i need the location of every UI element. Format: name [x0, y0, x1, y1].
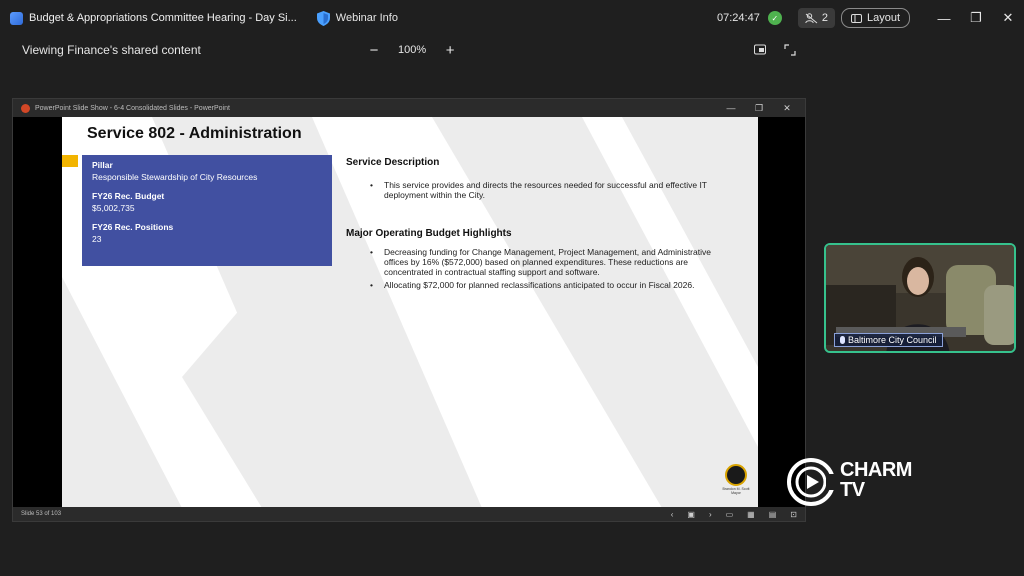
budget-value: $5,002,735	[92, 203, 135, 213]
shield-icon[interactable]	[316, 10, 330, 26]
charm-logo-line1: CHARM	[840, 459, 912, 481]
restore-button[interactable]: ❐	[960, 0, 992, 36]
list-item: This service provides and directs the re…	[370, 180, 730, 200]
seal-caption: Brandon M. Scott Mayor	[722, 487, 750, 495]
powerpoint-logo-icon	[21, 103, 30, 113]
viewing-shared-content-label: Viewing Finance's shared content	[22, 43, 201, 57]
charm-logo-line2: TV	[840, 479, 865, 501]
webinar-info-button[interactable]: Webinar Info	[336, 12, 398, 24]
participant-count: 2	[821, 12, 828, 24]
seal-icon	[725, 464, 747, 486]
zoom-out-button[interactable]: −	[368, 42, 380, 59]
teams-logo-icon	[10, 11, 23, 25]
pillar-value: Responsible Stewardship of City Resource…	[92, 172, 258, 182]
powerpoint-title-bar: PowerPoint Slide Show - 6-4 Consolidated…	[13, 99, 805, 117]
previous-slide-icon[interactable]: ‹	[671, 510, 674, 519]
participants-button[interactable]: 2	[797, 8, 835, 28]
powerpoint-title: PowerPoint Slide Show - 6-4 Consolidated…	[35, 104, 230, 112]
participant-name: Baltimore City Council	[848, 335, 937, 345]
list-item: Decreasing funding for Change Management…	[370, 247, 730, 277]
participant-name-label: Baltimore City Council	[834, 333, 943, 347]
highlights-heading: Major Operating Budget Highlights	[346, 228, 512, 239]
ppt-restore-button[interactable]: ❐	[745, 99, 773, 117]
minimize-button[interactable]: —	[928, 0, 960, 36]
participants-icon	[805, 12, 818, 23]
service-description-list: This service provides and directs the re…	[370, 180, 730, 203]
zoom-controls: − 100% +	[368, 42, 456, 59]
layout-button[interactable]: Layout	[840, 8, 910, 28]
highlights-list: Decreasing funding for Change Management…	[370, 247, 730, 293]
city-seal: Brandon M. Scott Mayor	[722, 464, 750, 498]
powerpoint-status-bar: Slide 53 of 103 ‹ ▣ › ▭ ▦ ▤ ⊡	[13, 507, 805, 521]
sharing-toolbar: Viewing Finance's shared content − 100% …	[0, 36, 1024, 64]
accent-square	[62, 155, 78, 167]
service-description-heading: Service Description	[346, 157, 440, 168]
participant-video-tile[interactable]: Baltimore City Council	[824, 243, 1016, 353]
list-item: Allocating $72,000 for planned reclassif…	[370, 280, 730, 290]
secure-status-icon: ✓	[767, 11, 782, 25]
powerpoint-window: PowerPoint Slide Show - 6-4 Consolidated…	[12, 98, 806, 522]
pillar-label: Pillar	[92, 160, 113, 170]
popout-icon[interactable]	[754, 44, 766, 55]
layout-label: Layout	[866, 12, 900, 24]
meeting-timer: 07:24:47	[717, 12, 760, 24]
charm-tv-logo: CHARM TV	[786, 456, 936, 512]
title-bar: Budget & Appropriations Committee Hearin…	[0, 0, 1024, 36]
service-info-box: Pillar Responsible Stewardship of City R…	[82, 155, 332, 266]
slide-counter: Slide 53 of 103	[21, 511, 62, 517]
fullscreen-icon[interactable]	[784, 44, 796, 56]
positions-label: FY26 Rec. Positions	[92, 222, 174, 232]
microphone-icon	[840, 336, 845, 344]
positions-value: 23	[92, 234, 102, 244]
slide-title: Service 802 - Administration	[87, 125, 302, 142]
layout-icon	[850, 13, 862, 23]
charm-tv-logo-icon	[787, 458, 836, 506]
budget-label: FY26 Rec. Budget	[92, 191, 165, 201]
ppt-close-button[interactable]: ✕	[773, 99, 801, 117]
zoom-level: 100%	[398, 44, 427, 56]
slide: Service 802 - Administration Pillar Resp…	[62, 117, 758, 508]
notes-icon[interactable]: ▤	[769, 510, 777, 519]
meeting-title: Budget & Appropriations Committee Hearin…	[29, 12, 297, 24]
next-slide-icon[interactable]: ›	[709, 510, 712, 519]
zoom-in-button[interactable]: +	[444, 42, 456, 59]
all-slides-icon[interactable]: ▦	[747, 510, 755, 519]
ppt-minimize-button[interactable]: —	[717, 99, 745, 117]
display-settings-icon[interactable]: ▭	[726, 510, 734, 519]
close-button[interactable]: ✕	[992, 0, 1024, 36]
slide-menu-icon[interactable]: ▣	[687, 510, 695, 519]
